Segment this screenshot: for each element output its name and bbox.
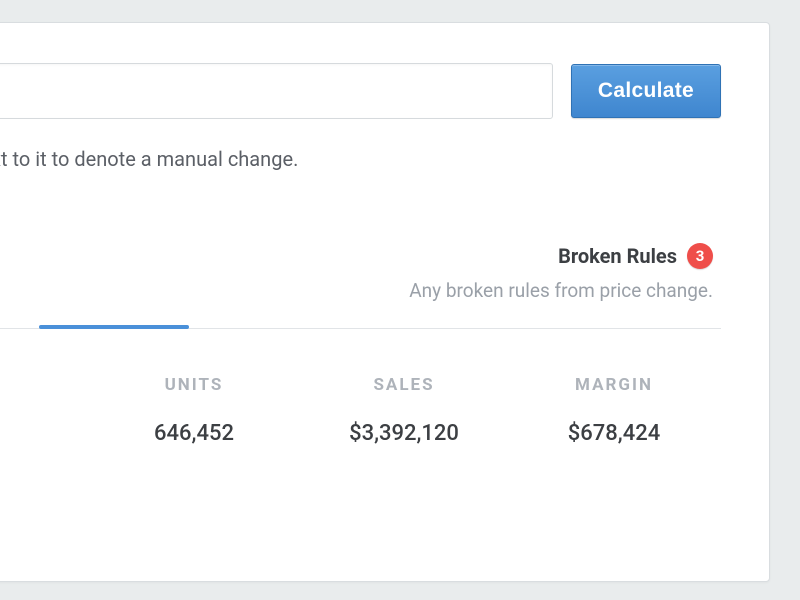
tab-divider	[0, 328, 721, 329]
table-row: 646,452 $3,392,120 $678,424	[0, 421, 721, 446]
calculate-row: Calculate	[0, 63, 721, 119]
cell-margin: $678,424	[509, 421, 719, 446]
main-panel: Calculate will add this symbol next to i…	[0, 22, 770, 582]
broken-rules-count-badge: 3	[687, 243, 713, 269]
broken-rules-section: Broken Rules 3 Any broken rules from pri…	[0, 243, 721, 302]
calculation-input[interactable]	[0, 63, 553, 119]
broken-rules-title-row: Broken Rules 3	[558, 243, 713, 269]
column-header-sales: SALES	[299, 375, 509, 395]
cell-units: 646,452	[89, 421, 299, 446]
cell-sales: $3,392,120	[299, 421, 509, 446]
active-tab-indicator	[39, 325, 189, 329]
column-header-margin: MARGIN	[509, 375, 719, 395]
calculate-button[interactable]: Calculate	[571, 64, 721, 118]
broken-rules-label: Broken Rules	[558, 244, 677, 268]
column-header-units: UNITS	[89, 375, 299, 395]
table-header-row: UNITS SALES MARGIN	[0, 375, 721, 395]
helper-text: will add this symbol next to it to denot…	[0, 147, 721, 171]
broken-rules-description: Any broken rules from price change.	[0, 279, 713, 302]
